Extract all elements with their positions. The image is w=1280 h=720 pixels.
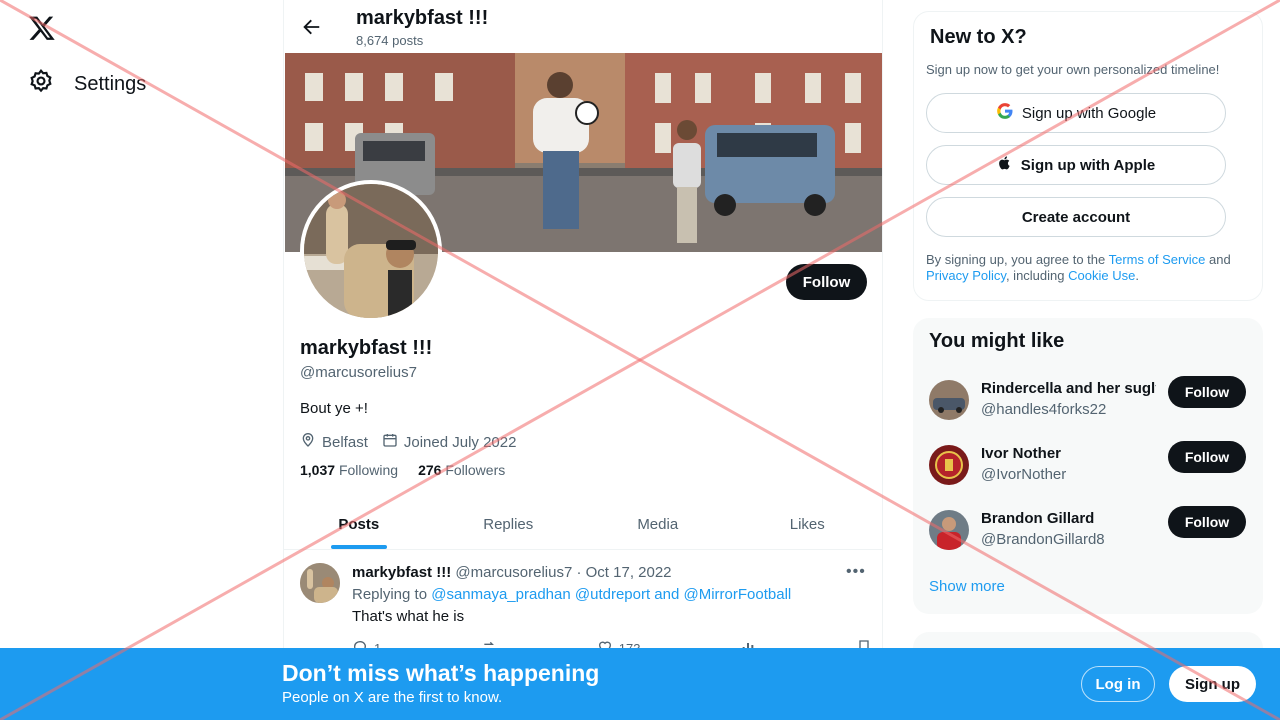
profile-name: markybfast !!! [300, 337, 433, 359]
google-icon [996, 102, 1014, 124]
signup-card: New to X? Sign up now to get your own pe… [913, 11, 1263, 301]
header-name: markybfast !!! [356, 7, 489, 29]
post-handle-date: @marcusorelius7 · Oct 17, 2022 [455, 564, 672, 581]
cookie-link[interactable]: Cookie Use [1068, 268, 1135, 283]
follow-button[interactable]: Follow [786, 264, 867, 300]
suggestion-follow-button[interactable]: Follow [1168, 441, 1246, 473]
privacy-link[interactable]: Privacy Policy [926, 268, 1006, 283]
profile-bio: Bout ye +! [300, 400, 368, 417]
profile-handle: @marcusorelius7 [300, 364, 417, 381]
suggestion-item[interactable]: Brandon Gillard @BrandonGillard8 Follow [929, 506, 1249, 570]
bottom-bar-subtitle: People on X are the first to know. [282, 689, 503, 706]
suggestion-item[interactable]: Ivor Nother @IvorNother Follow [929, 441, 1249, 505]
nav-settings-label: Settings [74, 72, 147, 95]
suggestion-follow-button[interactable]: Follow [1168, 506, 1246, 538]
create-account-button[interactable]: Create account [926, 197, 1226, 237]
suggestion-name: Brandon Gillard [981, 510, 1095, 527]
tab-posts[interactable]: Posts [284, 500, 434, 549]
post-item[interactable]: markybfast !!! @marcusorelius7 · Oct 17,… [284, 551, 882, 656]
location-pin-icon [300, 432, 316, 452]
apple-icon [997, 154, 1013, 176]
more-options-icon[interactable]: ••• [846, 563, 866, 581]
post-author: markybfast !!! [352, 564, 452, 581]
profile-header-bar: markybfast !!! 8,674 posts [284, 0, 882, 53]
signup-subtitle: Sign up now to get your own personalized… [926, 62, 1220, 77]
x-logo-icon[interactable] [28, 14, 56, 42]
suggestion-handle: @BrandonGillard8 [981, 531, 1105, 548]
tab-media[interactable]: Media [583, 500, 733, 549]
suggestion-name: Ivor Nother [981, 445, 1062, 462]
profile-meta: Belfast Joined July 2022 [300, 432, 516, 452]
suggestion-follow-button[interactable]: Follow [1168, 376, 1246, 408]
apple-signup-label: Sign up with Apple [1020, 156, 1156, 174]
tab-replies[interactable]: Replies [434, 500, 584, 549]
login-button[interactable]: Log in [1081, 666, 1155, 702]
signup-button[interactable]: Sign up [1169, 666, 1256, 702]
suggestions-card: You might like Rindercella and her sugly… [913, 318, 1263, 614]
nav-settings[interactable]: Settings [28, 66, 146, 102]
signup-title: New to X? [930, 26, 1027, 48]
profile-location: Belfast [322, 433, 368, 451]
profile-joined: Joined July 2022 [403, 433, 517, 451]
signup-legal: By signing up, you agree to the Terms of… [926, 252, 1231, 283]
suggestion-avatar[interactable] [929, 445, 969, 485]
suggestion-name: Rindercella and her sugly sisters [981, 380, 1156, 397]
calendar-icon [382, 432, 398, 452]
suggestion-avatar[interactable] [929, 510, 969, 550]
profile-avatar[interactable] [300, 180, 442, 322]
post-replying-to: Replying to @sanmaya_pradhan @utdreport … [352, 586, 792, 603]
terms-link[interactable]: Terms of Service [1109, 252, 1206, 267]
apple-signup-button[interactable]: Sign up with Apple [926, 145, 1226, 185]
back-arrow-icon[interactable] [300, 16, 322, 38]
replying-to-links[interactable]: @sanmaya_pradhan @utdreport and @MirrorF… [431, 586, 791, 603]
google-signup-button[interactable]: Sign up with Google [926, 93, 1226, 133]
suggestion-item[interactable]: Rindercella and her sugly sisters @handl… [929, 376, 1249, 440]
show-more-link[interactable]: Show more [929, 578, 1005, 595]
suggestions-title: You might like [929, 330, 1065, 352]
tab-likes[interactable]: Likes [733, 500, 883, 549]
profile-column: markybfast !!! 8,674 posts Follow markyb… [283, 0, 883, 720]
suggestion-handle: @handles4forks22 [981, 401, 1107, 418]
bottom-bar-title: Don’t miss what’s happening [282, 660, 600, 686]
followers-link[interactable]: 276 Followers [418, 462, 505, 478]
bottom-signup-bar: Don’t miss what’s happening People on X … [0, 648, 1280, 720]
header-post-count: 8,674 posts [356, 33, 424, 48]
post-text: That's what he is [352, 608, 465, 625]
google-signup-label: Sign up with Google [1021, 104, 1157, 122]
profile-tabs: Posts Replies Media Likes [284, 500, 882, 550]
following-link[interactable]: 1,037 Following [300, 462, 398, 478]
post-header: markybfast !!! @marcusorelius7 · Oct 17,… [352, 564, 672, 581]
gear-icon [28, 68, 54, 100]
suggestion-avatar[interactable] [929, 380, 969, 420]
suggestion-handle: @IvorNother [981, 466, 1067, 483]
profile-stats: 1,037 Following 276 Followers [300, 462, 505, 478]
post-avatar[interactable] [300, 563, 340, 603]
